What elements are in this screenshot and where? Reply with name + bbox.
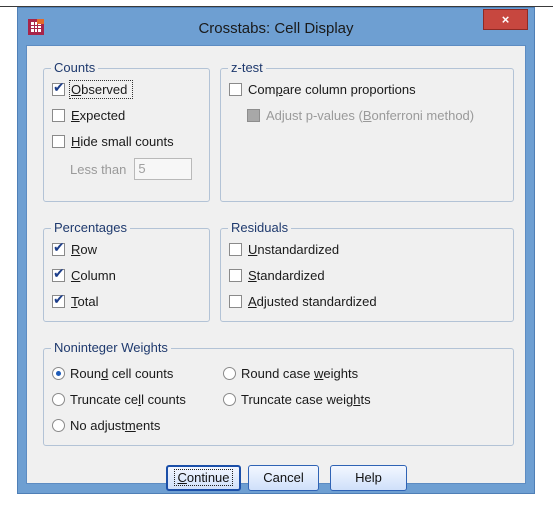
less-than-row: Less than 5 (70, 157, 193, 181)
no-adjustments-label: No adjustments (70, 417, 161, 433)
truncate-case-weights-row[interactable]: Truncate case weights (223, 390, 371, 408)
expected-checkbox-row[interactable]: Expected (52, 106, 125, 124)
hide-small-counts-label: Hide small counts (71, 133, 174, 149)
cancel-button[interactable]: Cancel (248, 465, 319, 491)
column-percent-checkbox[interactable] (52, 266, 65, 282)
adjust-p-values-checkbox (247, 108, 260, 122)
adjusted-standardized-row[interactable]: Adjusted standardized (229, 292, 377, 310)
truncate-case-weights-radio[interactable] (223, 392, 236, 406)
unstandardized-label: Unstandardized (248, 241, 340, 257)
noninteger-weights-legend: Noninteger Weights (51, 340, 171, 356)
close-button[interactable]: × (483, 9, 528, 30)
truncate-cell-counts-radio[interactable] (52, 392, 65, 406)
row-percent-label: Row (71, 241, 98, 257)
row-percent-checkbox[interactable] (52, 240, 65, 256)
dialog-client-area: Counts Observed Expected Hide small coun… (26, 45, 526, 491)
hide-small-counts-checkbox[interactable] (52, 134, 65, 148)
standardized-checkbox[interactable] (229, 268, 242, 282)
round-cell-counts-row[interactable]: Round cell counts (52, 364, 173, 382)
help-button[interactable]: Help (330, 465, 407, 491)
round-case-weights-row[interactable]: Round case weights (223, 364, 358, 382)
truncate-case-weights-label: Truncate case weights (241, 391, 371, 407)
less-than-input[interactable]: 5 (134, 158, 193, 180)
cancel-button-label: Cancel (263, 470, 304, 485)
residuals-legend: Residuals (228, 220, 292, 236)
continue-button[interactable]: Continue (166, 465, 241, 491)
dialog-title: Crosstabs: Cell Display (198, 20, 354, 37)
adjust-p-values-row: Adjust p-values (Bonferroni method) (247, 106, 474, 124)
round-cell-counts-label: Round cell counts (70, 365, 174, 381)
adjusted-standardized-checkbox[interactable] (229, 294, 242, 308)
row-percent-row[interactable]: Row (52, 240, 97, 258)
adjust-p-values-label: Adjust p-values (Bonferroni method) (266, 107, 475, 123)
observed-label: Observed (68, 79, 134, 99)
less-than-label: Less than (70, 161, 127, 177)
counts-legend: Counts (51, 60, 99, 76)
truncate-cell-counts-row[interactable]: Truncate cell counts (52, 390, 186, 408)
percentages-legend: Percentages (51, 220, 130, 236)
residuals-group: Residuals Unstandardized Standardized Ad… (220, 220, 514, 322)
title-bar[interactable]: Crosstabs: Cell Display × (18, 8, 534, 45)
no-adjustments-radio[interactable] (52, 418, 65, 432)
observed-checkbox-row[interactable]: Observed (52, 79, 134, 99)
compare-column-proportions-checkbox[interactable] (229, 82, 242, 96)
unstandardized-row[interactable]: Unstandardized (229, 240, 339, 258)
adjusted-standardized-label: Adjusted standardized (248, 293, 377, 309)
total-percent-checkbox[interactable] (52, 292, 65, 308)
round-case-weights-radio[interactable] (223, 366, 236, 380)
unstandardized-checkbox[interactable] (229, 242, 242, 256)
column-percent-row[interactable]: Column (52, 266, 116, 284)
crosstabs-cell-display-dialog: Crosstabs: Cell Display × Counts Observe… (17, 7, 535, 494)
compare-column-proportions-label: Compare column proportions (248, 81, 416, 97)
observed-checkbox[interactable] (52, 80, 65, 96)
total-percent-row[interactable]: Total (52, 292, 98, 310)
compare-column-proportions-row[interactable]: Compare column proportions (229, 80, 416, 98)
close-icon: × (501, 12, 510, 27)
column-percent-label: Column (71, 267, 116, 283)
round-case-weights-label: Round case weights (241, 365, 359, 381)
truncate-cell-counts-label: Truncate cell counts (70, 391, 186, 407)
continue-button-label: Continue (174, 469, 233, 486)
z-test-group: z-test Compare column proportions Adjust… (220, 60, 514, 202)
expected-label: Expected (71, 107, 126, 123)
no-adjustments-row[interactable]: No adjustments (52, 416, 160, 434)
round-cell-counts-radio[interactable] (52, 366, 65, 380)
total-percent-label: Total (71, 293, 99, 309)
percentages-group: Percentages Row Column Total (43, 220, 210, 322)
help-button-label: Help (355, 470, 382, 485)
expected-checkbox[interactable] (52, 108, 65, 122)
hide-small-counts-row[interactable]: Hide small counts (52, 132, 174, 150)
z-test-legend: z-test (228, 60, 266, 76)
counts-group: Counts Observed Expected Hide small coun… (43, 60, 210, 202)
noninteger-weights-group: Noninteger Weights Round cell counts Rou… (43, 340, 514, 446)
standardized-label: Standardized (248, 267, 325, 283)
standardized-row[interactable]: Standardized (229, 266, 325, 284)
